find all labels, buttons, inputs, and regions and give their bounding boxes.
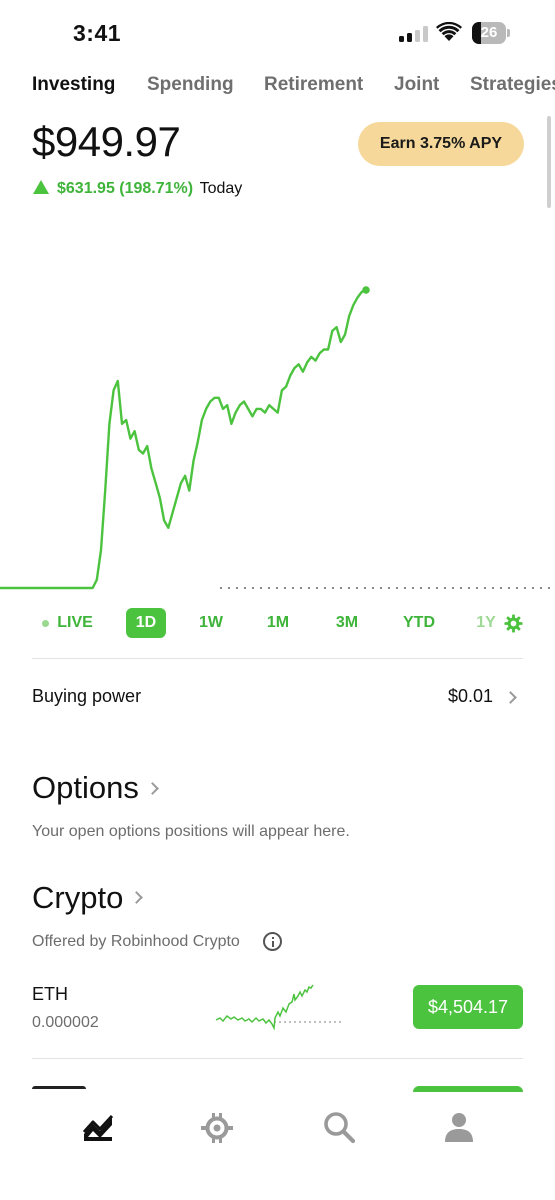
crypto-row-eth[interactable]: ETH 0.000002 $4,504.17 [32,980,523,1040]
change-period: Today [199,180,243,197]
account-icon[interactable] [442,1110,476,1144]
portfolio-balance: $949.97 [32,118,181,165]
tab-spending[interactable]: Spending [147,74,234,96]
divider [32,658,523,659]
scrollbar[interactable] [547,116,551,208]
change-value: $631.95 (198.71%) [57,180,194,197]
cellular-signal-icon [399,26,429,42]
chevron-right-icon [504,691,517,704]
search-icon[interactable] [322,1110,356,1144]
daily-change: $631.95 (198.71%) Today [33,178,242,200]
account-tabs: Investing Spending Retirement Joint Stra… [32,74,555,104]
investing-icon[interactable] [81,1110,115,1144]
options-title[interactable]: Options [32,770,139,806]
eth-price-button[interactable]: $4,504.17 [413,985,523,1029]
status-time: 3:41 [73,20,122,46]
battery-level: 26 [480,24,498,41]
crypto-quantity: 0.000002 [32,1014,99,1031]
bottom-nav [0,1092,555,1200]
range-3m[interactable]: 3M [328,608,366,638]
chart-series-line [0,288,367,590]
up-arrow-icon [33,180,49,194]
buying-power-value: $0.01 [447,686,493,706]
battery-icon: 26 [472,22,510,44]
portfolio-chart[interactable] [0,240,555,610]
tab-retirement[interactable]: Retirement [264,74,363,96]
range-1d[interactable]: 1D [126,608,166,638]
crypto-icon[interactable] [200,1110,234,1144]
info-icon[interactable] [263,932,282,951]
time-range-selector: LIVE 1D 1W 1M 3M YTD 1Y [0,608,555,640]
range-1y[interactable]: 1Y [472,608,500,638]
tab-investing[interactable]: Investing [32,74,115,96]
range-1w[interactable]: 1W [192,608,230,638]
tab-joint[interactable]: Joint [394,74,439,96]
status-bar: 3:41 26 [0,0,555,64]
crypto-symbol: ETH [32,984,68,1004]
range-ytd[interactable]: YTD [398,608,440,638]
buying-power-row[interactable]: Buying power $0.01 [32,680,523,716]
crypto-title[interactable]: Crypto [32,880,123,916]
options-chevron-right-icon[interactable] [146,782,159,795]
buying-power-label: Buying power [32,686,142,706]
eth-sparkline [215,984,344,1031]
chart-end-dot [362,286,370,294]
earn-apy-button[interactable]: Earn 3.75% APY [358,122,524,166]
tab-strategies[interactable]: Strategies [470,74,555,96]
range-1m[interactable]: 1M [259,608,297,638]
crypto-chevron-right-icon[interactable] [130,891,143,904]
divider [32,1058,523,1059]
chart-settings-gear-icon[interactable] [504,614,523,633]
crypto-subtitle: Offered by Robinhood Crypto [32,933,240,950]
wifi-icon [436,22,462,41]
options-subtitle: Your open options positions will appear … [32,823,350,840]
range-live[interactable]: LIVE [55,608,95,638]
live-dot-icon [42,620,49,627]
